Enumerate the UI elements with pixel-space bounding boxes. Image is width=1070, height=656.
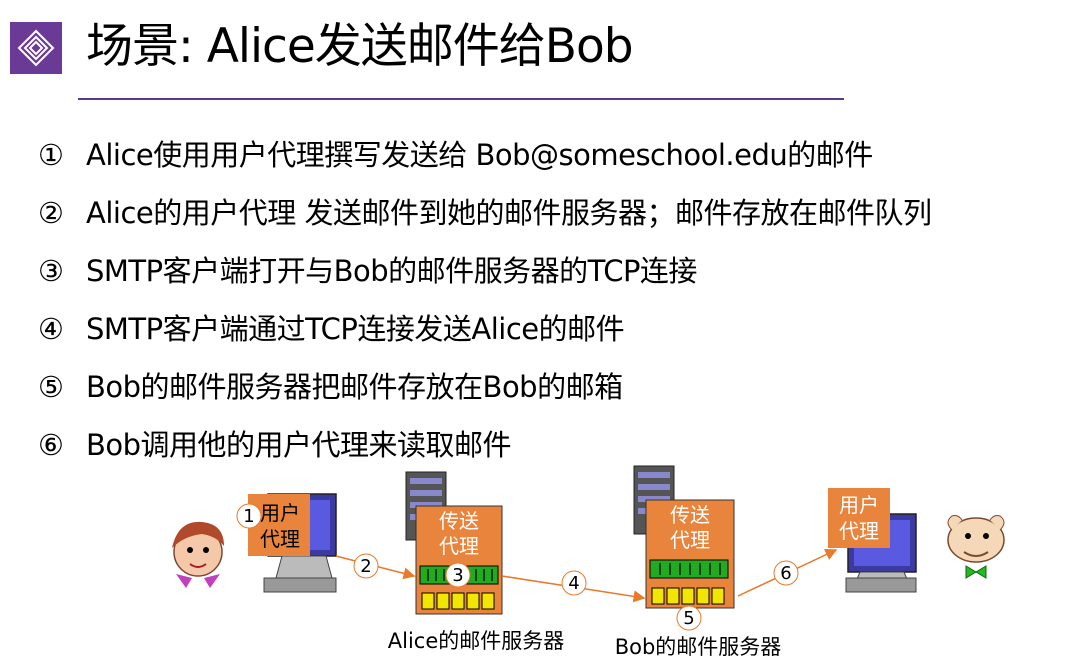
bob-agent-label-line2: 代理 (839, 519, 879, 543)
logo-emblem-icon (10, 22, 62, 74)
step-text: Bob的邮件服务器把邮件存放在Bob的邮箱 (86, 370, 623, 404)
alice-mail-server-box: 传送 代理 (415, 505, 503, 615)
bob-server-label-line1: 传送 (670, 503, 710, 527)
alice-person-icon (172, 521, 224, 588)
bob-message-queue (649, 559, 729, 579)
step-number: ④ (38, 312, 64, 346)
step-item-4: ④ SMTP客户端通过TCP连接发送Alice的邮件 (38, 306, 625, 352)
step-number: ③ (38, 254, 64, 288)
svg-text:1: 1 (243, 506, 254, 527)
alice-mailboxes (421, 592, 495, 610)
bob-server-caption: Bob的邮件服务器 (615, 635, 782, 656)
step-item-3: ③ SMTP客户端打开与Bob的邮件服务器的TCP连接 (38, 248, 697, 294)
bob-mailboxes (651, 587, 725, 605)
alice-agent-label-line1: 用户 (260, 501, 300, 525)
step-marker-6: 6 (773, 560, 799, 586)
step-item-5: ⑤ Bob的邮件服务器把邮件存放在Bob的邮箱 (38, 364, 623, 410)
svg-text:4: 4 (568, 573, 579, 594)
svg-text:5: 5 (683, 608, 694, 629)
svg-text:6: 6 (780, 563, 791, 584)
step-marker-3: 3 (445, 562, 471, 588)
bob-person-icon (947, 515, 1005, 579)
step-text: Alice使用用户代理撰写发送给 Bob@someschool.edu的邮件 (86, 138, 873, 172)
mail-flow-diagram: 用户 代理 传送 代理 传送 代理 用户 代理 1 2 3 4 5 6 Alic… (172, 465, 1005, 656)
step-marker-2: 2 (353, 553, 379, 579)
svg-text:2: 2 (360, 556, 371, 577)
alice-server-caption: Alice的邮件服务器 (388, 629, 565, 653)
flow-arrows (335, 549, 838, 603)
step-item-1: ① Alice使用用户代理撰写发送给 Bob@someschool.edu的邮件 (38, 132, 873, 178)
step-number: ② (38, 196, 64, 230)
bob-server-label-line2: 代理 (670, 528, 710, 552)
bob-user-agent-box: 用户 代理 (828, 488, 890, 548)
step-text: SMTP客户端通过TCP连接发送Alice的邮件 (86, 312, 625, 346)
step-number: ⑤ (38, 370, 64, 404)
step-text: Bob调用他的用户代理来读取邮件 (86, 428, 512, 462)
alice-agent-label-line2: 代理 (260, 527, 300, 551)
step-number: ① (38, 138, 64, 172)
step-text: Alice的用户代理 发送邮件到她的邮件服务器；邮件存放在邮件队列 (86, 196, 932, 230)
svg-text:3: 3 (452, 565, 463, 586)
bob-mail-server-box: 传送 代理 (645, 499, 735, 609)
logo (10, 22, 62, 74)
step-marker-5: 5 (676, 605, 702, 631)
bob-agent-label-line1: 用户 (839, 493, 879, 517)
step-text: SMTP客户端打开与Bob的邮件服务器的TCP连接 (86, 254, 697, 288)
step-marker-1: 1 (236, 503, 262, 529)
alice-server-label-line2: 代理 (439, 534, 479, 558)
step-item-2: ② Alice的用户代理 发送邮件到她的邮件服务器；邮件存放在邮件队列 (38, 190, 932, 236)
title-divider (78, 98, 844, 100)
alice-server-label-line1: 传送 (439, 509, 479, 533)
step-marker-4: 4 (561, 570, 587, 596)
page-title: 场景: Alice发送邮件给Bob (86, 19, 634, 74)
